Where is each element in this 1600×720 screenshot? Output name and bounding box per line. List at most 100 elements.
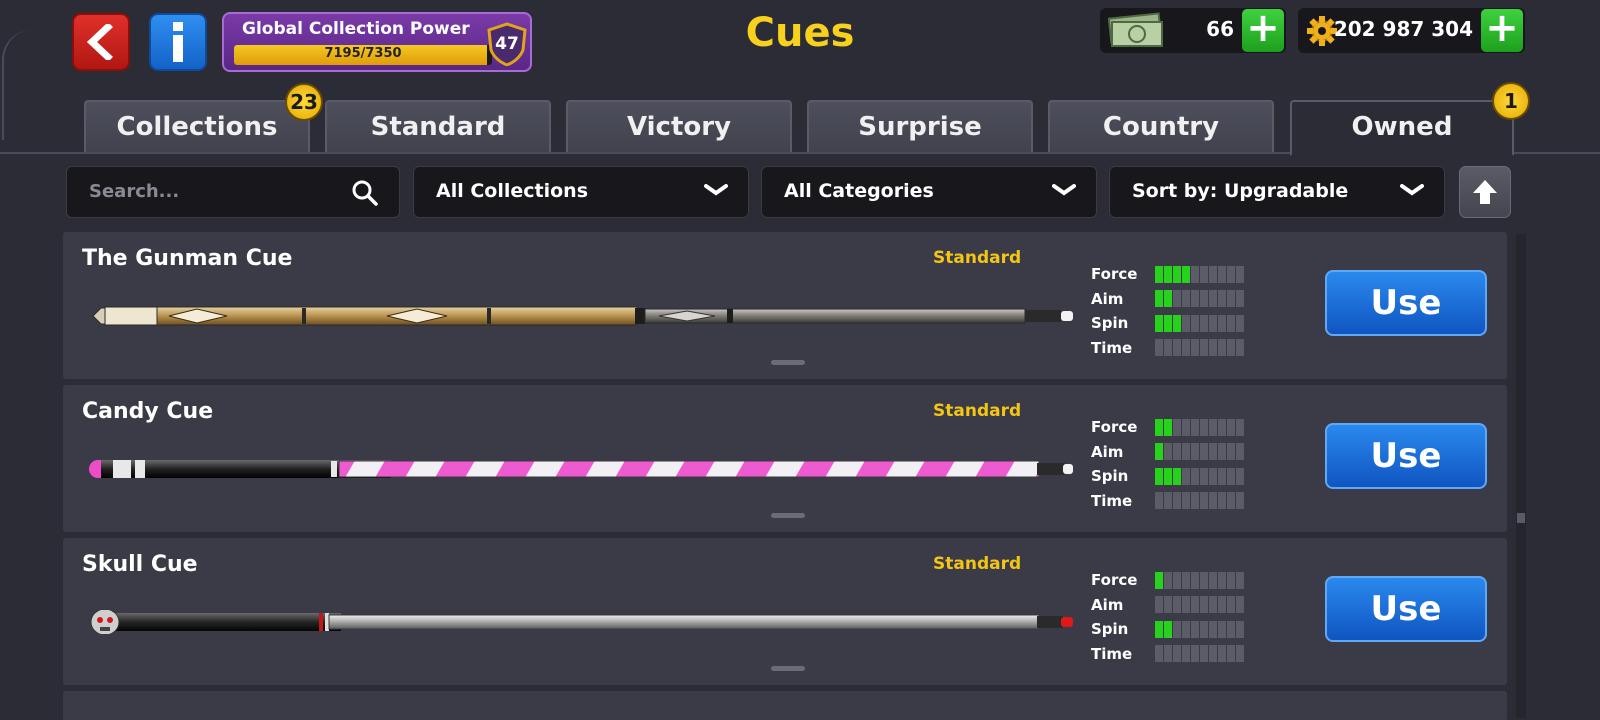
tab-owned[interactable]: Owned bbox=[1290, 100, 1514, 156]
stat-segment bbox=[1155, 645, 1163, 663]
back-button[interactable] bbox=[72, 13, 130, 71]
stat-segment bbox=[1200, 620, 1208, 638]
categories-dropdown[interactable]: All Categories bbox=[761, 166, 1097, 218]
cue-name: Candy Cue bbox=[82, 399, 214, 424]
stat-label: Aim bbox=[1091, 289, 1124, 308]
collections-dropdown[interactable]: All Collections bbox=[413, 166, 749, 218]
skull-cue-image bbox=[90, 610, 1073, 634]
collection-power-panel[interactable]: Global Collection Power 7195/7350 47 bbox=[222, 12, 532, 72]
tab-surprise[interactable]: Surprise bbox=[807, 100, 1033, 152]
stat-segment bbox=[1209, 596, 1217, 614]
stat-segment bbox=[1173, 620, 1181, 638]
stat-segment bbox=[1209, 314, 1217, 332]
stat-bar bbox=[1155, 645, 1244, 663]
sort-dropdown[interactable]: Sort by: Upgradable bbox=[1109, 166, 1445, 218]
stat-row-time: Time bbox=[1091, 489, 1244, 514]
categories-dropdown-label: All Categories bbox=[784, 180, 934, 202]
scrollbar-thumb[interactable] bbox=[1517, 513, 1525, 523]
cue-category: Standard bbox=[933, 248, 1022, 268]
stat-segment bbox=[1164, 620, 1172, 638]
use-button[interactable]: Use bbox=[1325, 423, 1487, 489]
cue-name: Skull Cue bbox=[82, 552, 198, 577]
stat-segment bbox=[1227, 596, 1235, 614]
use-button[interactable]: Use bbox=[1325, 576, 1487, 642]
stat-segment bbox=[1209, 418, 1217, 436]
expand-handle[interactable] bbox=[771, 513, 805, 518]
collections-dropdown-label: All Collections bbox=[436, 180, 588, 202]
stat-segment bbox=[1209, 645, 1217, 663]
stat-segment bbox=[1191, 443, 1199, 461]
stat-segment bbox=[1218, 596, 1226, 614]
stat-row-spin: Spin bbox=[1091, 617, 1244, 642]
coins-counter: 202 987 304 + bbox=[1298, 8, 1525, 53]
stat-label: Spin bbox=[1091, 314, 1129, 333]
stat-segment bbox=[1155, 418, 1163, 436]
stat-segment bbox=[1173, 265, 1181, 283]
level-number: 47 bbox=[495, 34, 519, 54]
stat-segment bbox=[1173, 645, 1181, 663]
stat-segment bbox=[1173, 596, 1181, 614]
stat-label: Force bbox=[1091, 418, 1138, 437]
chevron-down-icon bbox=[704, 184, 728, 196]
stat-segment bbox=[1200, 265, 1208, 283]
stat-segment bbox=[1191, 467, 1199, 485]
stat-segment bbox=[1173, 314, 1181, 332]
scrollbar-track[interactable] bbox=[1516, 234, 1526, 718]
tab-country[interactable]: Country bbox=[1048, 100, 1274, 152]
stat-segment bbox=[1155, 467, 1163, 485]
stat-segment bbox=[1209, 492, 1217, 510]
stat-segment bbox=[1182, 467, 1190, 485]
add-cash-button[interactable]: + bbox=[1242, 8, 1284, 52]
stat-segment bbox=[1173, 418, 1181, 436]
stat-segment bbox=[1236, 645, 1244, 663]
use-button[interactable]: Use bbox=[1325, 270, 1487, 336]
stat-segment bbox=[1191, 339, 1199, 357]
tab-standard[interactable]: Standard bbox=[325, 100, 551, 152]
stat-bar bbox=[1155, 467, 1244, 485]
collection-power-label: Global Collection Power bbox=[242, 19, 470, 39]
stat-label: Force bbox=[1091, 265, 1138, 284]
search-input[interactable]: Search... bbox=[66, 166, 400, 218]
cash-value: 66 bbox=[1206, 17, 1234, 41]
expand-handle[interactable] bbox=[771, 666, 805, 671]
cash-icon bbox=[1108, 12, 1163, 47]
stat-bar bbox=[1155, 620, 1244, 638]
stat-segment bbox=[1209, 265, 1217, 283]
stat-segment bbox=[1155, 596, 1163, 614]
sort-direction-button[interactable] bbox=[1459, 166, 1511, 218]
stat-segment bbox=[1236, 290, 1244, 308]
candy-cue-image bbox=[89, 460, 1073, 478]
expand-handle[interactable] bbox=[771, 360, 805, 365]
stat-bar bbox=[1155, 596, 1244, 614]
stat-bar bbox=[1155, 314, 1244, 332]
add-coins-button[interactable]: + bbox=[1481, 8, 1523, 52]
stat-segment bbox=[1182, 620, 1190, 638]
stat-row-aim: Aim bbox=[1091, 593, 1244, 618]
stat-segment bbox=[1182, 418, 1190, 436]
tab-collections[interactable]: Collections bbox=[84, 100, 310, 152]
stat-label: Spin bbox=[1091, 467, 1129, 486]
cue-stats: Force Aim Spin Time bbox=[1091, 568, 1244, 666]
stat-segment bbox=[1200, 290, 1208, 308]
collection-power-value: 7195/7350 bbox=[324, 46, 402, 61]
stat-segment bbox=[1200, 596, 1208, 614]
stat-segment bbox=[1209, 290, 1217, 308]
stat-label: Aim bbox=[1091, 595, 1124, 614]
stat-segment bbox=[1200, 645, 1208, 663]
stat-segment bbox=[1155, 443, 1163, 461]
stat-segment bbox=[1164, 467, 1172, 485]
stat-segment bbox=[1173, 339, 1181, 357]
tab-victory[interactable]: Victory bbox=[566, 100, 792, 152]
info-button[interactable] bbox=[149, 13, 207, 71]
stat-segment bbox=[1209, 443, 1217, 461]
page-title: Cues bbox=[745, 10, 855, 56]
stat-segment bbox=[1182, 443, 1190, 461]
stat-segment bbox=[1191, 418, 1199, 436]
stat-segment bbox=[1236, 596, 1244, 614]
stat-label: Force bbox=[1091, 571, 1138, 590]
stat-segment bbox=[1182, 571, 1190, 589]
stat-segment bbox=[1200, 443, 1208, 461]
stat-segment bbox=[1182, 596, 1190, 614]
stat-segment bbox=[1191, 571, 1199, 589]
stat-segment bbox=[1173, 571, 1181, 589]
